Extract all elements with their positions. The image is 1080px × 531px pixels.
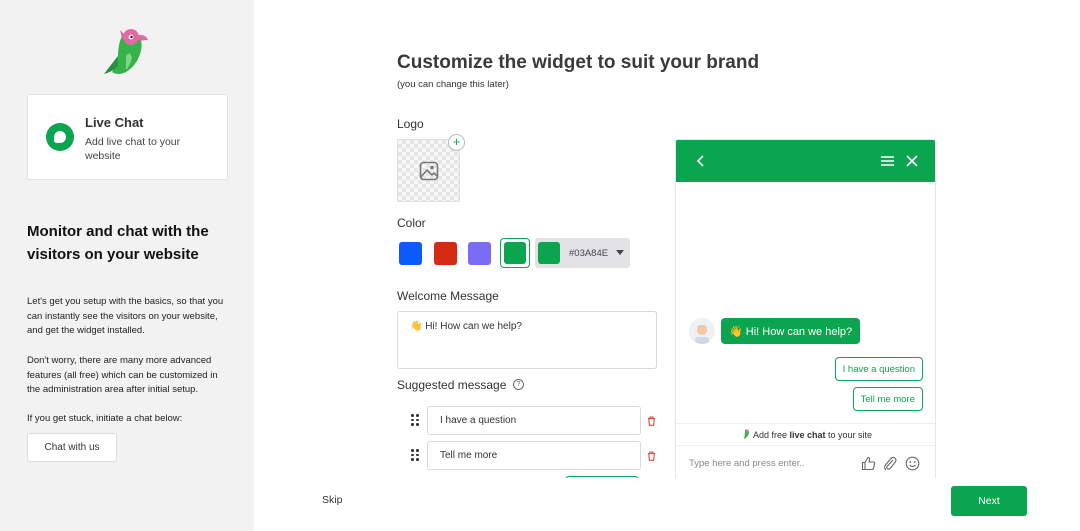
image-icon: [419, 161, 439, 181]
add-logo-button[interactable]: +: [448, 134, 465, 151]
branding-suffix: to your site: [825, 430, 873, 440]
product-description: Add live chat to your website: [85, 136, 181, 162]
page-title: Customize the widget to suit your brand: [397, 52, 760, 73]
sidebar: Live Chat Add live chat to your website …: [0, 0, 254, 531]
greeting-bubble: 👋 Hi! How can we help?: [721, 318, 861, 344]
custom-color-chip: [538, 242, 560, 264]
thumbs-up-icon[interactable]: [861, 456, 876, 471]
trash-icon[interactable]: [647, 451, 656, 461]
widget-preview: 👋 Hi! How can we help? I have a question…: [675, 139, 936, 479]
drag-handle-icon[interactable]: [411, 414, 419, 426]
emoji-icon[interactable]: [905, 456, 920, 471]
attachment-icon[interactable]: [883, 456, 897, 471]
parrot-logo-icon: [104, 29, 148, 74]
branding-prefix: Add free: [752, 430, 790, 440]
avatar: [689, 318, 715, 344]
sidebar-heading: Monitor and chat with the visitors on yo…: [27, 223, 209, 263]
quick-reply-2[interactable]: Tell me more: [852, 387, 923, 411]
color-label: Color: [397, 216, 426, 230]
sidebar-paragraph-3: If you get stuck, initiate a chat below:: [27, 413, 183, 424]
branding-bold: live chat: [789, 430, 826, 440]
help-icon[interactable]: ?: [513, 379, 524, 390]
divider: [676, 423, 935, 424]
chat-with-us-button[interactable]: Chat with us: [27, 433, 117, 462]
logo-label: Logo: [397, 117, 424, 131]
color-swatch-red[interactable]: [434, 242, 457, 265]
color-hex-value: #03A84E: [569, 248, 609, 259]
product-card-live-chat[interactable]: Live Chat Add live chat to your website: [27, 94, 228, 180]
drag-handle-icon[interactable]: [411, 449, 419, 461]
welcome-message-label: Welcome Message: [397, 289, 499, 303]
skip-button[interactable]: Skip: [322, 494, 342, 506]
suggested-message-input-2[interactable]: Tell me more: [427, 441, 641, 470]
parrot-small-icon: [743, 429, 749, 439]
product-title: Live Chat: [85, 115, 144, 130]
custom-color-picker[interactable]: #03A84E: [535, 238, 630, 268]
color-swatch-green-fill: [504, 242, 526, 264]
close-icon[interactable]: [906, 155, 918, 167]
chat-bubble-icon: [46, 123, 74, 151]
branding-link[interactable]: Add free live chat to your site: [676, 429, 935, 440]
message-input[interactable]: Type here and press enter..: [689, 458, 805, 469]
menu-icon[interactable]: [881, 155, 894, 167]
color-swatch-purple[interactable]: [468, 242, 491, 265]
sidebar-paragraph-1: Let's get you setup with the basics, so …: [27, 296, 224, 336]
next-button[interactable]: Next: [951, 486, 1027, 516]
caret-down-icon: [616, 250, 624, 255]
widget-header: [676, 140, 935, 182]
back-arrow-icon[interactable]: [696, 155, 706, 167]
suggested-message-label: Suggested message: [397, 378, 507, 392]
quick-reply-1[interactable]: I have a question: [834, 357, 923, 381]
sidebar-paragraph-2: Don't worry, there are many more advance…: [27, 355, 218, 395]
divider: [676, 445, 935, 446]
suggested-message-input-1[interactable]: I have a question: [427, 406, 641, 435]
color-swatch-green-selected[interactable]: [500, 238, 530, 268]
page-subtitle: (you can change this later): [397, 79, 509, 90]
welcome-message-input[interactable]: 👋 Hi! How can we help?: [397, 311, 657, 369]
color-swatch-blue[interactable]: [399, 242, 422, 265]
trash-icon[interactable]: [647, 416, 656, 426]
